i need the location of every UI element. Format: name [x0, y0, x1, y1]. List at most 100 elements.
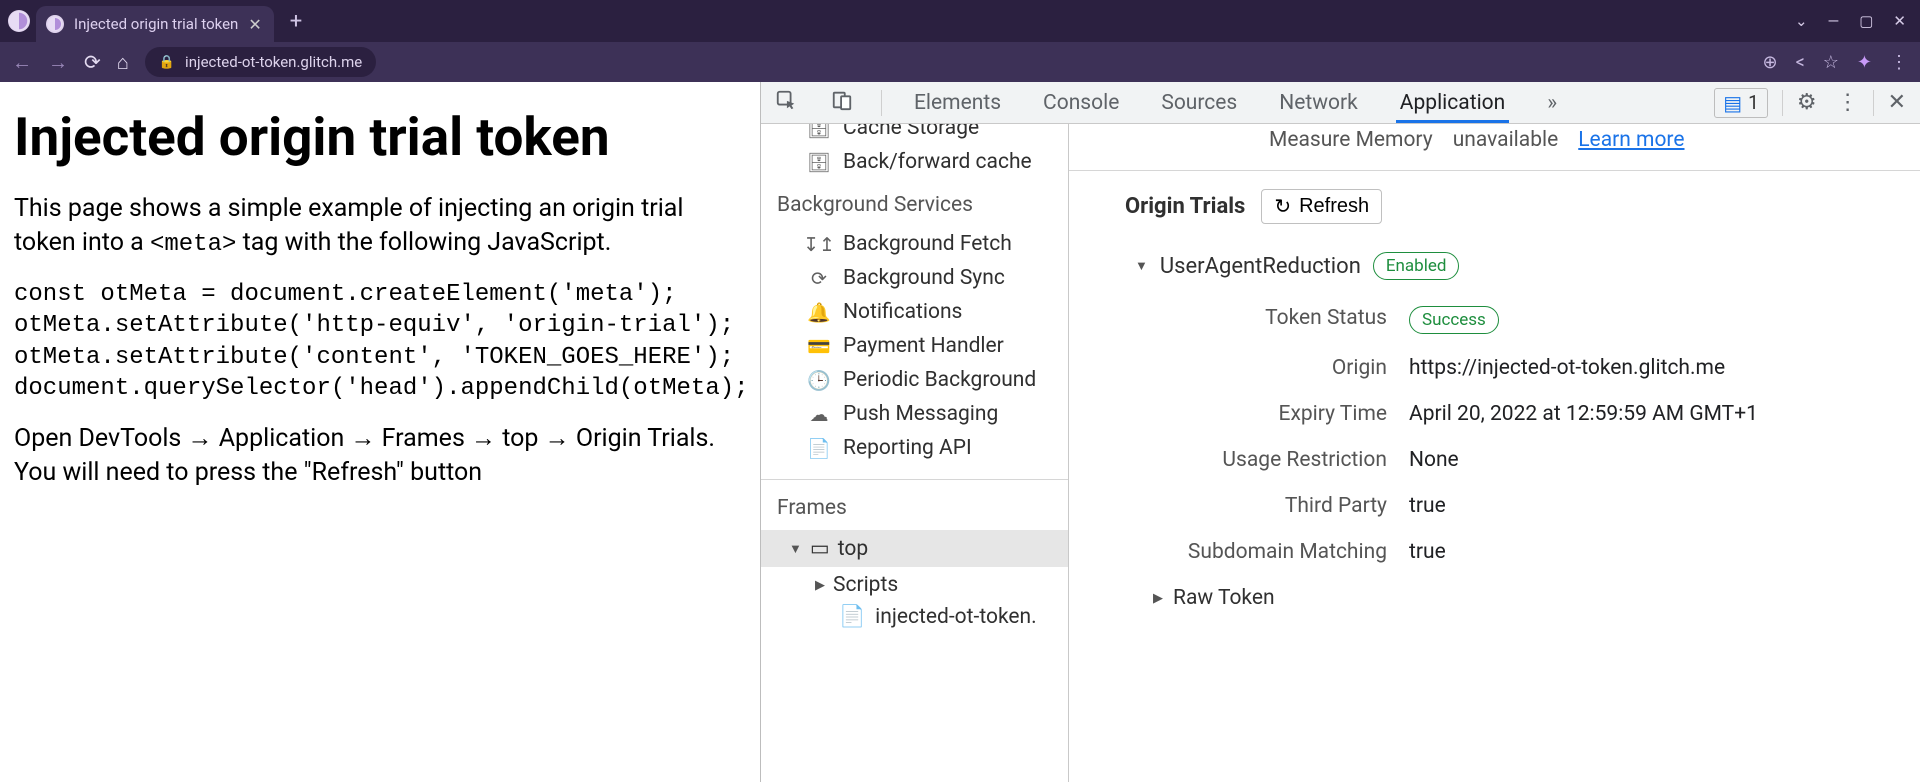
file-icon: 📄 [839, 605, 865, 629]
refresh-label: Refresh [1299, 195, 1369, 218]
sidebar-item-bg-sync[interactable]: ⟳ Background Sync [761, 261, 1068, 295]
window-titlebar: Injected origin trial token ✕ + ⌄ — ▢ ✕ [0, 0, 1920, 42]
file-icon: 📄 [807, 437, 831, 460]
refresh-button[interactable]: ↻ Refresh [1261, 189, 1382, 224]
tabs-chevron-icon[interactable]: ⌄ [1795, 12, 1808, 30]
share-icon[interactable]: < [1796, 52, 1805, 73]
expiry-value: April 20, 2022 at 12:59:59 AM GMT+1 [1409, 402, 1920, 426]
measure-memory-row: Measure Memory unavailable Learn more [1269, 124, 1920, 162]
tabs-overflow-button[interactable]: » [1543, 83, 1561, 123]
subdomain-value: true [1409, 540, 1920, 564]
bell-icon: 🔔 [807, 301, 831, 324]
application-details: Measure Memory unavailable Learn more Or… [1069, 124, 1920, 782]
database-icon: 🗄 [807, 151, 831, 174]
sidebar-item-bfcache[interactable]: 🗄 Back/forward cache [761, 145, 1068, 179]
more-icon[interactable]: ⋮ [1837, 90, 1859, 115]
sidebar-item-periodic[interactable]: 🕒 Periodic Background [761, 363, 1068, 397]
new-tab-button[interactable]: + [280, 9, 312, 34]
sidebar-item-label: Notifications [843, 300, 962, 324]
trial-row[interactable]: ▼ UserAgentReduction Enabled [1069, 252, 1920, 280]
tab-application[interactable]: Application [1396, 83, 1509, 123]
origin-label: Origin [1089, 356, 1409, 380]
triangle-right-icon: ▶ [815, 578, 825, 593]
sidebar-section-frames: Frames [761, 490, 1068, 530]
nav-reload-button[interactable]: ⟳ [84, 50, 101, 74]
window-controls: ⌄ — ▢ ✕ [1795, 12, 1920, 30]
sidebar-item-bg-fetch[interactable]: ↧↥ Background Fetch [761, 227, 1068, 261]
toolbar-right: ⊕ < ☆ ✦ ⋮ [1763, 52, 1908, 73]
extensions-icon[interactable]: ✦ [1857, 52, 1872, 73]
sidebar-item-payment[interactable]: 💳 Payment Handler [761, 329, 1068, 363]
tab-sources[interactable]: Sources [1157, 83, 1241, 123]
tab-favicon-icon [46, 15, 64, 33]
tab-strip: Injected origin trial token ✕ + [0, 0, 312, 42]
triangle-down-icon: ▼ [789, 541, 802, 557]
subdomain-label: Subdomain Matching [1089, 540, 1409, 564]
device-mode-icon[interactable] [831, 89, 853, 117]
frames-leaf-label: injected-ot-token. [875, 605, 1037, 629]
token-status-badge: Success [1409, 306, 1499, 334]
sidebar-item-label: Cache Storage [843, 124, 979, 140]
divider [1069, 170, 1920, 171]
meta-code: <meta> [150, 231, 236, 258]
separator [881, 90, 882, 116]
trial-details-grid: Token Status Success Origin https://inje… [1069, 306, 1920, 564]
settings-icon[interactable]: ⚙ [1797, 90, 1817, 115]
devtools-body: 🗄 Cache Storage 🗄 Back/forward cache Bac… [761, 124, 1920, 782]
devtools-tabbar-right: ▤ 1 ⚙ ⋮ ✕ [1714, 88, 1906, 118]
refresh-icon: ↻ [1274, 194, 1291, 219]
sidebar-item-cache-storage[interactable]: 🗄 Cache Storage [761, 124, 1068, 145]
sidebar-item-label: Reporting API [843, 436, 972, 460]
issues-count: 1 [1748, 91, 1759, 114]
issues-button[interactable]: ▤ 1 [1714, 88, 1768, 118]
trial-status-badge: Enabled [1373, 252, 1460, 280]
triangle-down-icon: ▼ [1135, 258, 1148, 274]
inspect-icon[interactable] [775, 89, 797, 117]
tab-console[interactable]: Console [1039, 83, 1123, 123]
frames-script-leaf[interactable]: 📄 injected-ot-token. [761, 601, 1068, 629]
code-block: const otMeta = document.createElement('m… [14, 279, 746, 404]
nav-forward-button: → [48, 50, 68, 75]
devtools-tabbar: Elements Console Sources Network Applica… [761, 82, 1920, 124]
window-close-button[interactable]: ✕ [1893, 12, 1906, 30]
measure-memory-label: Measure Memory [1269, 128, 1433, 152]
instructions-paragraph: Open DevTools → Application → Frames → t… [14, 422, 746, 490]
cloud-icon: ☁ [807, 403, 831, 426]
sidebar-item-reporting[interactable]: 📄 Reporting API [761, 431, 1068, 465]
learn-more-link[interactable]: Learn more [1578, 128, 1684, 152]
sidebar-item-push[interactable]: ☁ Push Messaging [761, 397, 1068, 431]
sidebar-item-notifications[interactable]: 🔔 Notifications [761, 295, 1068, 329]
card-icon: 💳 [807, 335, 831, 358]
nav-back-button[interactable]: ← [12, 50, 32, 75]
origin-value: https://injected-ot-token.glitch.me [1409, 356, 1920, 380]
tab-title: Injected origin trial token [74, 15, 238, 33]
tab-elements[interactable]: Elements [910, 83, 1005, 123]
sidebar-item-label: Periodic Background [843, 368, 1036, 392]
clock-icon: 🕒 [807, 369, 831, 392]
url-text: injected-ot-token.glitch.me [185, 53, 362, 71]
window-maximize-button[interactable]: ▢ [1859, 12, 1873, 30]
token-status-value: Success [1409, 306, 1920, 334]
nav-home-button[interactable]: ⌂ [117, 50, 129, 75]
usage-value: None [1409, 448, 1920, 472]
window-icon: ▭ [810, 536, 830, 561]
window-minimize-button[interactable]: — [1828, 12, 1840, 30]
menu-icon[interactable]: ⋮ [1890, 52, 1908, 73]
tab-network[interactable]: Network [1275, 83, 1362, 123]
sidebar-item-label: Payment Handler [843, 334, 1004, 358]
zoom-icon[interactable]: ⊕ [1763, 52, 1778, 73]
bookmark-icon[interactable]: ☆ [1823, 52, 1839, 73]
token-status-label: Token Status [1089, 306, 1409, 334]
address-bar[interactable]: 🔒 injected-ot-token.glitch.me [145, 47, 376, 77]
browser-tab[interactable]: Injected origin trial token ✕ [36, 6, 274, 42]
tab-close-icon[interactable]: ✕ [248, 15, 261, 34]
devtools-close-icon[interactable]: ✕ [1888, 90, 1906, 115]
frames-scripts-label: Scripts [833, 573, 898, 597]
sidebar-item-label: Push Messaging [843, 402, 998, 426]
main-split: Injected origin trial token This page sh… [0, 82, 1920, 782]
frames-top-row[interactable]: ▼ ▭ top [761, 530, 1068, 567]
trial-name: UserAgentReduction [1160, 254, 1361, 279]
origin-trials-title: Origin Trials [1125, 194, 1245, 219]
frames-scripts-row[interactable]: ▶ Scripts [761, 567, 1068, 601]
raw-token-row[interactable]: ▶ Raw Token [1069, 586, 1920, 610]
